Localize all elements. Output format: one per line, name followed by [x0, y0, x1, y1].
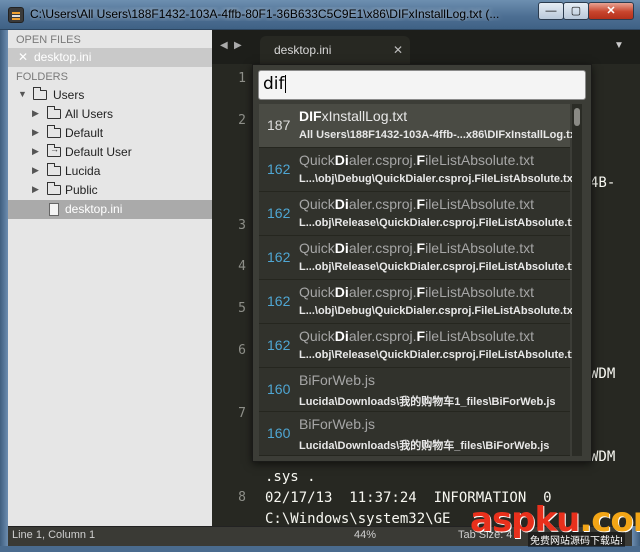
code-fragment: WDM: [590, 366, 616, 382]
tree-item-label: desktop.ini: [65, 202, 123, 216]
result-title: QuickDialer.csproj.FileListAbsolute.txt: [299, 152, 535, 168]
goto-result-item[interactable]: 162 QuickDialer.csproj.FileListAbsolute.t…: [259, 324, 581, 368]
result-title: QuickDialer.csproj.FileListAbsolute.txt: [299, 284, 535, 300]
watermark-tagline: 免费网站源码下载站!: [528, 532, 625, 547]
line-number: 2: [238, 113, 246, 128]
open-folder-icon: [33, 87, 47, 100]
result-path: Lucida\Downloads\我的购物车1_files\BiForWeb.j…: [299, 396, 556, 408]
text-caret: [284, 75, 286, 93]
tree-item-label: All Users: [65, 107, 114, 121]
line-number: 8: [238, 490, 246, 505]
tree-item-default-user[interactable]: ▶ Default User: [8, 143, 212, 162]
result-score: 162: [267, 337, 291, 353]
tree-item-desktop-ini[interactable]: desktop.ini: [8, 200, 212, 219]
goto-search-input[interactable]: dif: [258, 70, 586, 100]
collapsed-arrow-icon[interactable]: ▶: [32, 108, 39, 119]
result-path: L...\obj\Debug\QuickDialer.csproj.FileLi…: [299, 173, 577, 185]
folders-header: FOLDERS: [16, 71, 68, 83]
goto-result-item[interactable]: 162 QuickDialer.csproj.FileListAbsolute.t…: [259, 148, 577, 192]
tree-item-label: Users: [53, 88, 85, 102]
result-score: 160: [267, 381, 291, 397]
folder-icon: [47, 125, 61, 138]
line-number: 3: [238, 218, 246, 233]
result-score: 162: [267, 293, 291, 309]
code-fragment: WDM: [590, 449, 616, 465]
line-number: 6: [238, 343, 246, 358]
goto-result-item[interactable]: 162 QuickDialer.csproj.FileListAbsolute.t…: [259, 236, 581, 280]
result-path: L...obj\Release\QuickDialer.csproj.FileL…: [299, 217, 581, 229]
open-files-header: OPEN FILES: [16, 34, 81, 46]
tab-close-icon[interactable]: ✕: [393, 43, 403, 57]
goto-result-item[interactable]: 162 QuickDialer.csproj.FileListAbsolute.t…: [259, 280, 577, 324]
tree-item-label: Lucida: [65, 164, 101, 178]
folder-icon: [47, 182, 61, 195]
tab-menu-icon[interactable]: ▼: [614, 40, 624, 51]
results-scrollbar[interactable]: [572, 104, 582, 456]
file-icon: [49, 203, 59, 216]
result-title: BiForWeb.js: [299, 372, 375, 388]
tree-item-users[interactable]: ▼ Users: [8, 86, 212, 105]
collapsed-arrow-icon[interactable]: ▶: [32, 127, 39, 138]
open-file-item[interactable]: ✕ desktop.ini: [8, 48, 212, 67]
folder-link-icon: [47, 144, 61, 157]
result-path: All Users\188F1432-103A-4ffb-...x86\DIFx…: [299, 129, 576, 141]
zoom-level: 44%: [354, 529, 377, 541]
result-score: 160: [267, 425, 291, 441]
result-path: L...obj\Release\QuickDialer.csproj.FileL…: [299, 349, 581, 361]
line-number: 1: [238, 71, 246, 86]
collapsed-arrow-icon[interactable]: ▶: [32, 184, 39, 195]
close-window-button[interactable]: ✕: [588, 2, 634, 20]
result-title: BiForWeb.js: [299, 416, 375, 432]
tab-label: desktop.ini: [274, 43, 332, 57]
minimize-button[interactable]: —: [538, 2, 564, 20]
result-score: 162: [267, 205, 291, 221]
result-path: Lucida\Downloads\我的购物车_files\BiForWeb.js: [299, 440, 550, 452]
result-title: DIFxInstallLog.txt: [299, 108, 408, 124]
result-path: L...obj\Release\QuickDialer.csproj.FileL…: [299, 261, 581, 273]
goto-result-item[interactable]: 187 DIFxInstallLog.txt All Users\188F1432-…: [259, 104, 576, 148]
tree-item-lucida[interactable]: ▶ Lucida: [8, 162, 212, 181]
window-titlebar[interactable]: C:\Users\All Users\188F1432-103A-4ffb-80…: [0, 0, 640, 30]
result-title: QuickDialer.csproj.FileListAbsolute.txt: [299, 328, 535, 344]
result-title: QuickDialer.csproj.FileListAbsolute.txt: [299, 196, 535, 212]
maximize-button[interactable]: ▢: [563, 2, 589, 20]
results-scroll-thumb[interactable]: [574, 108, 580, 126]
goto-result-item[interactable]: 160 BiForWeb.js Lucida\Downloads\我的购物车1_fi…: [259, 368, 570, 412]
tree-item-label: Default: [65, 126, 104, 140]
folder-icon: [47, 163, 61, 176]
tree-item-public[interactable]: ▶ Public: [8, 181, 212, 200]
goto-query-text: dif: [263, 74, 285, 94]
tab-forward-icon[interactable]: ▶: [234, 40, 242, 51]
close-file-icon[interactable]: ✕: [18, 50, 28, 64]
result-score: 162: [267, 161, 291, 177]
tree-item-all-users[interactable]: ▶ All Users: [8, 105, 212, 124]
code-line: C:\Windows\system32\GE: [265, 511, 451, 527]
cursor-position: Line 1, Column 1: [12, 529, 96, 541]
goto-result-item[interactable]: 160 BiForWeb.js Lucida\Downloads\我的购物车_fil…: [259, 412, 570, 456]
line-number: 5: [238, 301, 246, 316]
code-fragment: 4B-: [590, 175, 616, 191]
window-title: C:\Users\All Users\188F1432-103A-4ffb-80…: [30, 7, 500, 21]
folder-icon: [47, 106, 61, 119]
collapsed-arrow-icon[interactable]: ▶: [32, 165, 39, 176]
tree-item-label: Default User: [65, 145, 132, 159]
tree-item-default[interactable]: ▶ Default: [8, 124, 212, 143]
sublime-app-icon: [8, 7, 24, 23]
result-score: 187: [267, 117, 291, 133]
tree-item-label: Public: [65, 183, 98, 197]
tab-back-icon[interactable]: ◀: [220, 40, 228, 51]
result-path: L...\obj\Debug\QuickDialer.csproj.FileLi…: [299, 305, 577, 317]
line-number: 7: [238, 406, 246, 421]
open-file-label: desktop.ini: [34, 50, 92, 64]
sidebar: OPEN FILES ✕ desktop.ini FOLDERS ▼ Users…: [8, 30, 212, 526]
result-title: QuickDialer.csproj.FileListAbsolute.txt: [299, 240, 535, 256]
line-number: 4: [238, 259, 246, 274]
window-frame-left: [0, 30, 8, 552]
goto-result-item[interactable]: 162 QuickDialer.csproj.FileListAbsolute.t…: [259, 192, 581, 236]
collapsed-arrow-icon[interactable]: ▶: [32, 146, 39, 157]
expanded-arrow-icon[interactable]: ▼: [18, 89, 27, 99]
code-line: .sys .: [265, 469, 316, 485]
result-score: 162: [267, 249, 291, 265]
